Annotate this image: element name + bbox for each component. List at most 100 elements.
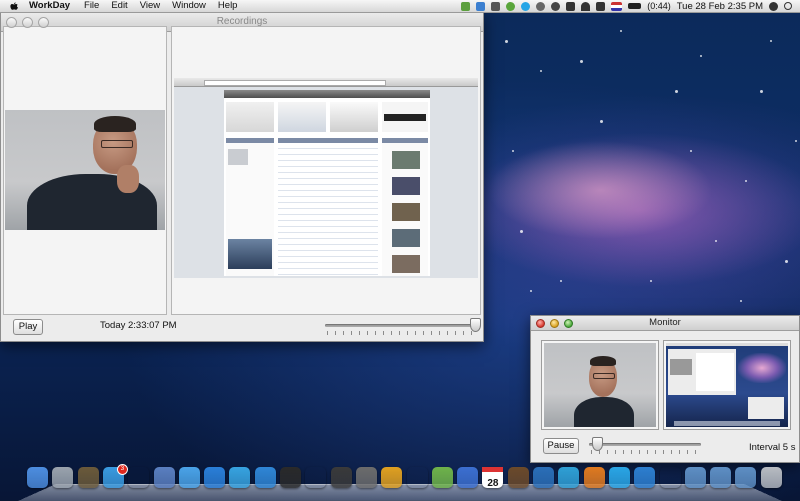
menu-bar: WorkDay File Edit View Window Help (0:44… <box>0 0 800 13</box>
close-button[interactable] <box>6 16 17 28</box>
preview-icon[interactable] <box>153 467 175 488</box>
time-machine-icon[interactable] <box>551 1 561 11</box>
menu-view[interactable]: View <box>134 0 166 12</box>
zoom-button[interactable] <box>38 16 49 28</box>
terminal-icon[interactable] <box>660 467 681 488</box>
folder-icon[interactable] <box>735 467 757 488</box>
star <box>540 70 542 72</box>
folder-icon[interactable] <box>710 467 732 488</box>
monitor-titlebar[interactable]: Monitor <box>531 316 799 331</box>
safari-icon[interactable] <box>254 467 276 488</box>
menu-edit[interactable]: Edit <box>105 0 133 12</box>
bluetooth-icon[interactable] <box>566 1 576 11</box>
user-icon[interactable] <box>769 1 778 11</box>
itunes-icon[interactable] <box>178 467 200 488</box>
mini-menubar <box>666 343 788 346</box>
monitor-camera-frame <box>541 340 659 430</box>
keynote-icon[interactable] <box>457 467 479 488</box>
volume-icon[interactable] <box>596 1 606 11</box>
webpage-banner-2 <box>278 102 326 132</box>
skype-status-icon[interactable] <box>521 1 531 11</box>
sound-icon[interactable] <box>280 467 301 488</box>
photos-icon[interactable] <box>507 467 529 488</box>
star <box>700 55 702 57</box>
recordings-timeline-thumb[interactable] <box>470 318 481 332</box>
app-store-badge: 3 <box>116 464 128 475</box>
recorded-webcam-image[interactable] <box>5 110 165 230</box>
star <box>795 140 797 142</box>
star <box>600 120 603 123</box>
minimize-button[interactable] <box>22 16 33 28</box>
status-area: (0:44) Tue 28 Feb 2:35 PM <box>461 1 800 12</box>
menu-file[interactable]: File <box>78 0 105 12</box>
workday-status-icon[interactable] <box>461 1 471 11</box>
mini-galaxy <box>738 353 786 383</box>
evernote-icon[interactable] <box>506 1 516 11</box>
star <box>530 290 532 292</box>
wifi-icon[interactable] <box>581 1 591 11</box>
dashboard-icon[interactable] <box>330 467 352 488</box>
star <box>512 150 514 152</box>
folder-icon[interactable] <box>684 467 706 488</box>
mini-window <box>668 349 736 395</box>
person-glasses <box>101 140 133 148</box>
webpage-banner-1 <box>226 102 274 132</box>
person-hand <box>117 165 139 193</box>
live-webcam-image[interactable] <box>544 343 656 427</box>
finder-icon[interactable] <box>27 467 48 488</box>
spotlight-icon[interactable] <box>784 2 792 10</box>
star <box>690 150 692 152</box>
recorded-screen-image[interactable] <box>174 78 478 278</box>
recording-timestamp: Today 2:33:07 PM <box>100 320 177 331</box>
zoom-button[interactable] <box>564 318 573 328</box>
menu-help[interactable]: Help <box>212 0 244 12</box>
monitor-window: Monitor Pause Interval 5 s <box>530 315 800 463</box>
ink-icon[interactable] <box>407 467 428 488</box>
globe-icon[interactable] <box>533 467 554 488</box>
star <box>650 280 652 282</box>
photo-icon[interactable] <box>77 467 99 488</box>
star <box>745 180 747 182</box>
interval-slider-track[interactable] <box>589 443 701 446</box>
calendar-icon[interactable]: 28 <box>482 467 504 489</box>
cam-icon[interactable] <box>558 467 580 488</box>
clock[interactable]: Tue 28 Feb 2:35 PM <box>677 1 763 12</box>
messages-icon[interactable] <box>204 467 226 488</box>
star <box>740 300 742 302</box>
menu-window[interactable]: Window <box>166 0 212 12</box>
minimize-button[interactable] <box>550 318 559 328</box>
clock-icon[interactable] <box>128 467 149 488</box>
gear-icon[interactable] <box>536 1 546 11</box>
dropbox-icon[interactable] <box>476 1 486 11</box>
star <box>675 90 678 93</box>
eye-icon[interactable] <box>305 467 326 488</box>
pause-button[interactable]: Pause <box>543 438 579 454</box>
skype-icon[interactable] <box>608 467 630 488</box>
interval-slider-thumb[interactable] <box>592 437 604 451</box>
rocket-icon[interactable] <box>52 467 74 488</box>
menu-app-name[interactable]: WorkDay <box>25 0 78 12</box>
play-button[interactable]: Play <box>13 319 43 335</box>
close-button[interactable] <box>536 318 545 328</box>
apple-icon[interactable] <box>9 1 19 11</box>
recordings-timeline-track[interactable] <box>325 324 475 327</box>
mini-dock <box>674 421 780 426</box>
person-hair <box>590 356 616 366</box>
vlc-icon[interactable] <box>583 467 605 488</box>
trash-icon[interactable] <box>760 467 782 488</box>
star <box>770 40 772 42</box>
recording-camera-pane <box>3 26 167 315</box>
flag-icon[interactable] <box>611 1 623 11</box>
recordings-timeline-ticks <box>327 331 473 335</box>
numbers-icon[interactable] <box>431 467 453 488</box>
live-screen-image[interactable] <box>666 343 788 427</box>
calendar-day: 28 <box>482 467 504 496</box>
airplay-icon[interactable] <box>491 1 501 11</box>
interval-slider-ticks <box>591 450 699 454</box>
script-icon[interactable] <box>355 467 377 488</box>
plex-icon[interactable] <box>381 467 403 488</box>
twitter-icon[interactable] <box>229 467 251 488</box>
webpage-counter <box>382 102 428 132</box>
mail-icon[interactable] <box>634 467 656 488</box>
battery-icon[interactable] <box>628 3 642 9</box>
